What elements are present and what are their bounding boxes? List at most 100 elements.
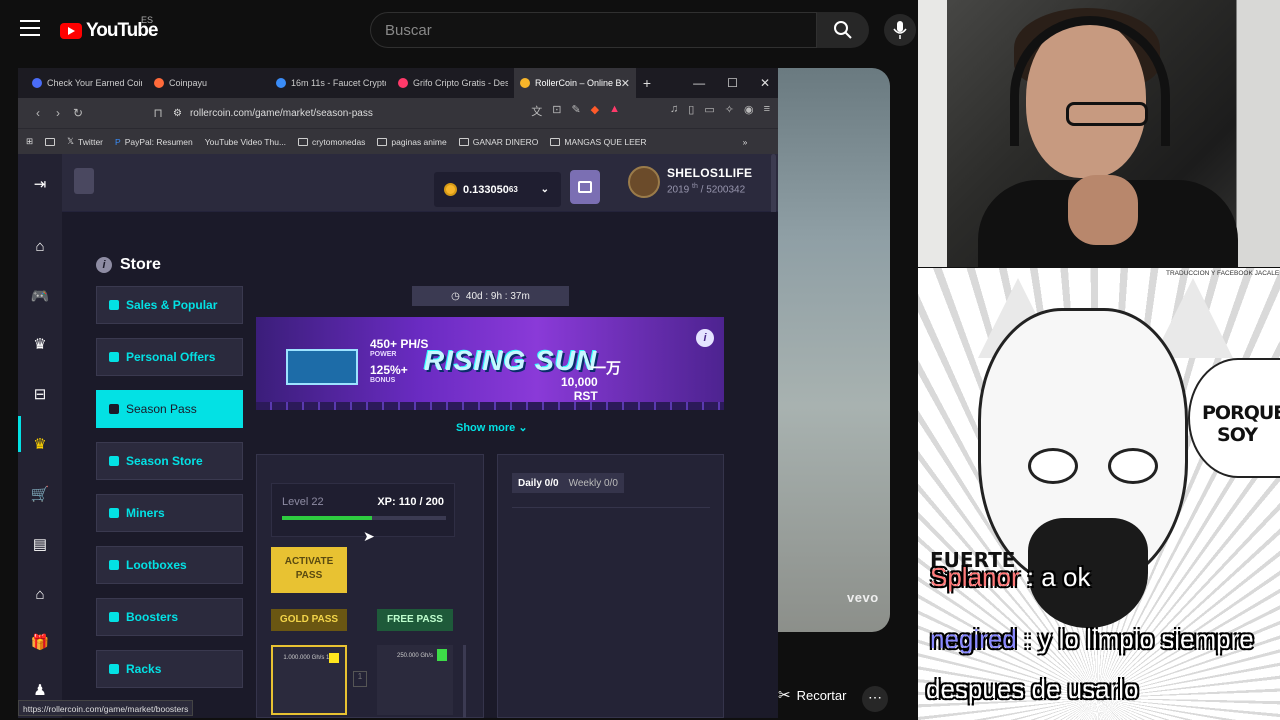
install-icon[interactable]: ⊡ [552, 103, 561, 119]
collapse-sidebar-icon[interactable]: ⇥ [30, 174, 50, 194]
search-button[interactable] [817, 12, 869, 48]
forward-icon[interactable]: › [48, 106, 68, 120]
wallet-button[interactable] [570, 170, 600, 204]
tab-weekly[interactable]: Weekly 0/0 [569, 478, 618, 489]
apps-grid-icon[interactable]: ⊞ [26, 136, 33, 147]
maximize-icon[interactable]: ☐ [727, 76, 738, 90]
bookmark-folder-anime[interactable]: paginas anime [377, 137, 447, 147]
crown-icon[interactable]: ♛ [30, 434, 50, 454]
menu-racks[interactable]: Racks [96, 650, 243, 688]
edit-icon[interactable]: ✎ [571, 103, 580, 119]
folder-icon [45, 137, 56, 146]
marketplace-icon[interactable]: 🛒 [30, 484, 50, 504]
rewards-icon[interactable]: ▲ [609, 103, 620, 119]
sidebar-toggle-icon[interactable]: ▯ [688, 103, 694, 119]
menu-season-pass[interactable]: Season Pass [96, 390, 243, 428]
tasks-panel: Daily 0/0 Weekly 0/0 [497, 454, 724, 718]
menu-personal-offers[interactable]: Personal Offers [96, 338, 243, 376]
show-more-button[interactable]: Show more ⌄ [456, 421, 528, 434]
free-reward-card[interactable]: 250.000 Gh/s [377, 645, 453, 715]
vpn-icon[interactable]: ◉ [744, 103, 754, 119]
gold-reward-card[interactable]: 1.000.000 Gh/s 1% [271, 645, 347, 715]
activate-pass-label: ACTIVATE PASS [284, 556, 334, 581]
menu-sales-popular[interactable]: Sales & Popular [96, 286, 243, 324]
gift-icon[interactable]: 🎁 [30, 632, 50, 652]
rewards-icon[interactable]: ♛ [30, 334, 50, 354]
tab-coinpayu[interactable]: Coinpayu [148, 68, 270, 98]
user-profile[interactable]: SHELOS1LIFE 2019 th / 5200342 [628, 166, 752, 198]
tab-faucet-crypto[interactable]: 16m 11s - Faucet Crypto [270, 68, 392, 98]
activate-pass-button[interactable]: ACTIVATE PASS [271, 547, 347, 593]
rst-value: 10,000 [561, 375, 598, 389]
trophy-icon[interactable]: ♟ [30, 680, 50, 700]
gold-pass-tab[interactable]: GOLD PASS [271, 609, 347, 631]
active-indicator [18, 416, 21, 452]
menu-season-store[interactable]: Season Store [96, 442, 243, 480]
balance-dropdown[interactable]: 0.133050 63 ⌄ [434, 172, 561, 207]
menu-miners[interactable]: Miners [96, 494, 243, 532]
chevron-down-icon: ⌄ [540, 184, 549, 195]
banner-miner-image [286, 349, 358, 385]
wallet-icon[interactable]: ▭ [704, 103, 714, 119]
clock-icon: ◷ [451, 290, 460, 302]
inventory-icon[interactable]: ▤ [30, 534, 50, 554]
menu-boosters[interactable]: Boosters [96, 598, 243, 636]
shop-icon[interactable]: ⊟ [30, 384, 50, 404]
more-bookmarks-icon[interactable]: » [743, 137, 748, 147]
bookmark-folder-mangas[interactable]: MANGAS QUE LEER [550, 137, 647, 147]
menu-label: Season Pass [126, 402, 197, 416]
free-pass-tab[interactable]: FREE PASS [377, 609, 453, 631]
glasses [1066, 102, 1148, 126]
power-value: 450+ PH/S [370, 337, 429, 351]
site-info-icon[interactable]: ⚙ [173, 108, 182, 119]
banner-title: RISING SUN [424, 345, 598, 376]
browser-menu-icon[interactable]: ≡ [764, 103, 770, 119]
voice-search-button[interactable] [884, 14, 916, 46]
avatar [628, 166, 660, 198]
info-icon[interactable]: i [696, 329, 714, 347]
menu-lootboxes[interactable]: Lootboxes [96, 546, 243, 584]
close-tab-icon[interactable]: ✕ [621, 77, 630, 90]
tab-daily[interactable]: Daily 0/0 [518, 478, 559, 489]
back-icon[interactable]: ‹ [28, 106, 48, 120]
brave-shield-icon[interactable]: ◆ [591, 103, 599, 119]
tab-earned-coin[interactable]: Check Your Earned Coin [26, 68, 148, 98]
folder-icon [377, 137, 388, 146]
rank-suffix: th [692, 183, 698, 190]
more-options-icon[interactable]: ⋯ [862, 686, 888, 712]
home-icon[interactable]: ⌂ [30, 236, 50, 256]
media-icon[interactable]: ♫ [670, 103, 678, 119]
minimize-icon[interactable]: — [693, 76, 705, 90]
bookmark-youtube-thumb[interactable]: YouTube Video Thu... [205, 137, 286, 147]
manga-eye-left [1028, 448, 1078, 484]
bookmark-folder-crytomonedas[interactable]: crytomonedas [298, 137, 365, 147]
tab-rollercoin[interactable]: RollerCoin – Online B ✕ [514, 68, 636, 98]
bookmark-twitter[interactable]: 𝕏 Twitter [67, 136, 103, 147]
bookmark-paypal[interactable]: P PayPal: Resumen [115, 137, 193, 147]
status-bar-url: https://rollercoin.com/game/market/boost… [18, 700, 194, 716]
logo-character-icon[interactable] [74, 168, 94, 194]
games-icon[interactable]: 🎮 [30, 286, 50, 306]
youtube-search-input[interactable]: Buscar [370, 12, 817, 48]
clip-button[interactable]: ✂ Recortar [778, 686, 846, 704]
translate-icon[interactable]: 文 [531, 103, 542, 119]
bookmark-folder[interactable] [45, 137, 56, 146]
bookmark-folder-ganar[interactable]: GANAR DINERO [458, 137, 538, 147]
scroll-track[interactable] [463, 645, 466, 718]
store-icon [109, 456, 119, 466]
info-icon[interactable]: i [96, 257, 112, 273]
address-bar[interactable]: ⚙ rollercoin.com/game/market/season-pass [173, 103, 373, 123]
close-window-icon[interactable]: ✕ [760, 76, 770, 90]
bookmark-icon[interactable]: ⊓ [148, 106, 168, 120]
extensions-icon[interactable]: ✧ [725, 103, 734, 119]
season-banner[interactable]: 450+ PH/S POWER 125%+ BONUS RISING SUN 一万 … [256, 317, 724, 410]
new-tab-icon[interactable]: + [636, 75, 658, 91]
hamburger-menu-icon[interactable] [20, 20, 40, 36]
youtube-video-thumbnail[interactable] [778, 68, 890, 632]
tab-grifo-cripto[interactable]: Grifo Cripto Gratis - Des [392, 68, 514, 98]
menu-label: Sales & Popular [126, 298, 218, 312]
reload-icon[interactable]: ↻ [68, 106, 88, 120]
room-icon[interactable]: ⌂ [30, 584, 50, 604]
rollercoin-page: ⇥ ⌂ 🎮 ♛ ⊟ ♛ 🛒 ▤ ⌂ 🎁 ♟ 0.133050 63 ⌄ SHEL… [18, 154, 778, 718]
tab-label: Check Your Earned Coin [47, 78, 142, 88]
